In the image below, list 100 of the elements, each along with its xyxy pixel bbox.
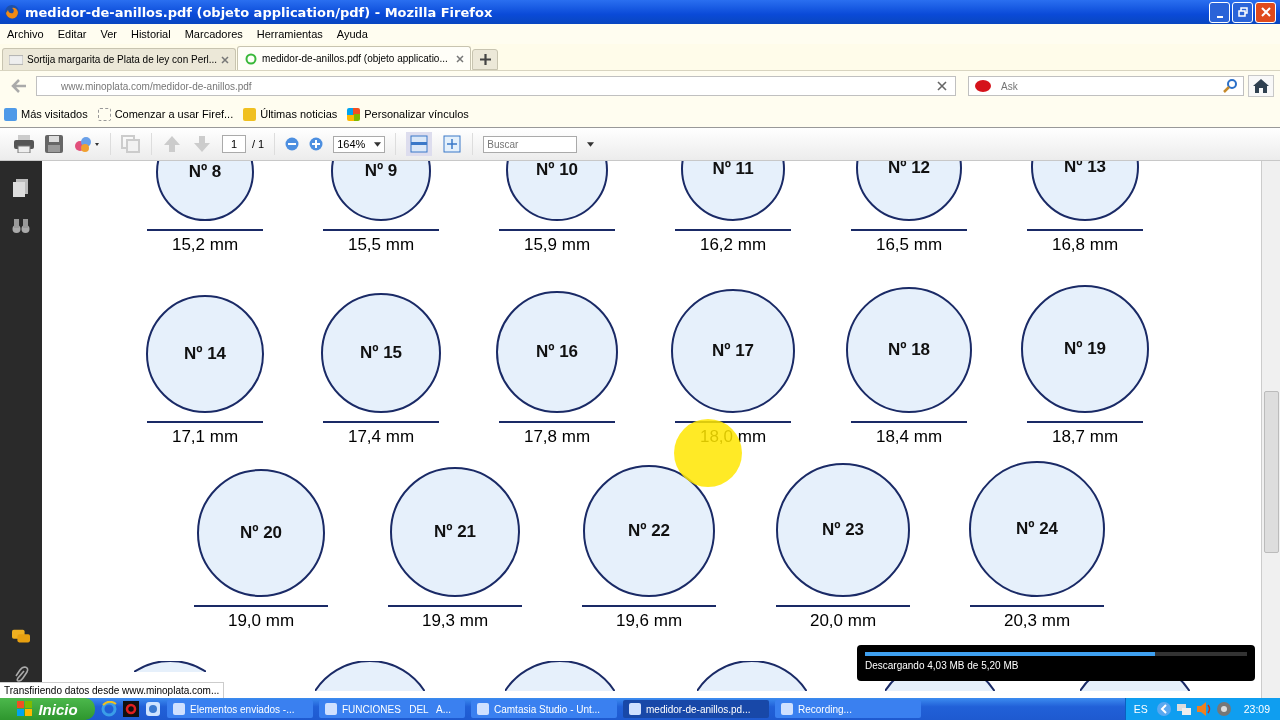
paperclip-icon[interactable] <box>12 666 30 684</box>
ring-circle: Nº 24 <box>969 461 1105 597</box>
search-field[interactable]: Ask <box>968 76 1244 96</box>
ring-size: 18,4 mm <box>875 427 943 447</box>
site-icon <box>9 53 23 66</box>
app-icon <box>781 703 793 715</box>
clear-icon[interactable] <box>937 81 947 91</box>
ring-circle: Nº 21 <box>390 467 520 597</box>
firefox-icon <box>4 4 20 20</box>
ring-size: 20,3 mm <box>1003 611 1071 631</box>
ring-circle: Nº 9 <box>331 161 431 221</box>
ring-circle: Nº 23 <box>776 463 910 597</box>
address-field[interactable]: www.minoplata.com/medidor-de-anillos.pdf <box>36 76 956 96</box>
binoculars-icon[interactable] <box>12 217 30 235</box>
browser-tab[interactable]: medidor-de-anillos.pdf (objeto applicatio... <box>237 46 472 70</box>
pages-icon[interactable] <box>12 179 30 197</box>
ring-size: 17,8 mm <box>523 427 591 447</box>
bookmark-item[interactable]: Personalizar vínculos <box>347 107 469 121</box>
taskbar-button[interactable]: Camtasia Studio - Unt... <box>471 700 617 718</box>
ring-size: 19,6 mm <box>615 611 683 631</box>
app-icon[interactable] <box>123 701 139 717</box>
ring-size: 15,5 mm <box>347 235 415 255</box>
window-title: medidor-de-anillos.pdf (objeto application/pdf) - Mozilla Firefox <box>25 4 494 20</box>
restore-icon <box>1237 7 1248 17</box>
ring-size: 15,9 mm <box>523 235 591 255</box>
ring-circle: Nº 22 <box>583 465 715 597</box>
bookmark-item[interactable]: Más visitados <box>4 107 88 121</box>
search-engine-icon[interactable] <box>975 80 993 92</box>
loading-icon <box>244 52 259 65</box>
minimize-icon <box>1216 15 1223 18</box>
ring-circle: Nº 18 <box>846 287 972 413</box>
page-number-field[interactable]: 1 <box>222 135 246 153</box>
menu-item[interactable]: Historial <box>130 28 171 40</box>
fit-page-icon[interactable] <box>442 135 463 153</box>
page-count: / 1 <box>252 138 265 150</box>
menu-item[interactable]: Herramientas <box>256 28 323 40</box>
menu-item[interactable]: Marcadores <box>184 28 243 40</box>
ring-size: 19,0 mm <box>227 611 295 631</box>
browser-icon[interactable] <box>101 701 117 717</box>
find-field[interactable]: Buscar <box>483 135 578 153</box>
tray-app-icon[interactable] <box>1215 701 1232 717</box>
save-icon[interactable] <box>44 135 64 153</box>
ring-size: 16,5 mm <box>875 235 943 255</box>
ring-circle: Nº 17 <box>671 289 795 413</box>
app-icon <box>325 703 337 715</box>
ring-circle: Nº 16 <box>496 291 618 413</box>
download-text: Descargando 4,03 MB de 5,20 MB <box>865 660 1020 671</box>
close-icon <box>1260 7 1271 17</box>
ring-size: 20,0 mm <box>809 611 877 631</box>
close-tab-icon[interactable] <box>456 54 465 63</box>
new-tab-button[interactable] <box>472 49 499 70</box>
menu-item[interactable]: Archivo <box>7 28 44 40</box>
ring-circle: Nº 12 <box>856 161 962 221</box>
network-icon[interactable] <box>1175 701 1192 717</box>
restore-button[interactable] <box>1232 1 1253 23</box>
zoom-dropdown[interactable]: 164% <box>333 135 386 153</box>
plus-icon <box>479 54 491 65</box>
app-icon <box>629 703 641 715</box>
search-input[interactable]: Ask <box>999 79 1217 93</box>
menu-item[interactable]: Editar <box>57 28 87 40</box>
home-button[interactable] <box>1248 75 1274 97</box>
fit-width-icon[interactable] <box>406 132 433 156</box>
bookmark-item[interactable]: Comenzar a usar Firef... <box>97 107 234 121</box>
windows-logo-icon <box>17 701 34 717</box>
taskbar-button[interactable]: medidor-de-anillos.pd... <box>623 700 769 718</box>
close-button[interactable] <box>1255 1 1276 23</box>
expand-tray-icon[interactable] <box>1155 701 1172 717</box>
ring-size: 16,2 mm <box>699 235 767 255</box>
taskbar-button[interactable]: FUNCIONES DEL A... <box>319 700 465 718</box>
ring-size: 18,7 mm <box>1051 427 1119 447</box>
zoom-in-icon[interactable] <box>309 137 324 151</box>
print-icon[interactable] <box>14 135 34 153</box>
close-tab-icon[interactable] <box>221 55 230 64</box>
browser-tab[interactable]: Sortija margarita de Plata de ley con Perl... <box>2 48 237 70</box>
taskbar-button[interactable]: Recording... <box>775 700 921 718</box>
minimize-button[interactable] <box>1209 1 1230 23</box>
ring-size: 17,4 mm <box>347 427 415 447</box>
menu-item[interactable]: Ver <box>100 28 117 40</box>
caret-icon <box>374 141 382 147</box>
app-icon <box>477 703 489 715</box>
taskbar-button[interactable]: Elementos enviados -... <box>167 700 313 718</box>
dropdown-caret-icon[interactable] <box>587 141 595 147</box>
scrollbar[interactable] <box>1261 161 1280 698</box>
clock: 23:09 <box>1243 703 1270 715</box>
zoom-out-icon[interactable] <box>285 137 300 151</box>
search-icon[interactable] <box>1223 79 1237 93</box>
ring-size: 19,3 mm <box>421 611 489 631</box>
menu-item[interactable]: Ayuda <box>336 28 368 40</box>
ring-circle: Nº 8 <box>156 161 254 221</box>
share-icon[interactable] <box>74 135 100 153</box>
app-icon[interactable] <box>145 701 161 717</box>
ring-circle: Nº 19 <box>1021 285 1149 413</box>
ring-circle: Nº 14 <box>146 295 264 413</box>
ring-circle: Nº 13 <box>1031 161 1139 221</box>
bookmark-item[interactable]: Últimas noticias <box>243 107 338 121</box>
ring-circle: Nº 10 <box>506 161 608 221</box>
ring-circle: Nº 20 <box>197 469 325 597</box>
ring-size: 16,8 mm <box>1051 235 1119 255</box>
ring-circle: Nº 15 <box>321 293 441 413</box>
home-icon <box>1253 79 1269 93</box>
